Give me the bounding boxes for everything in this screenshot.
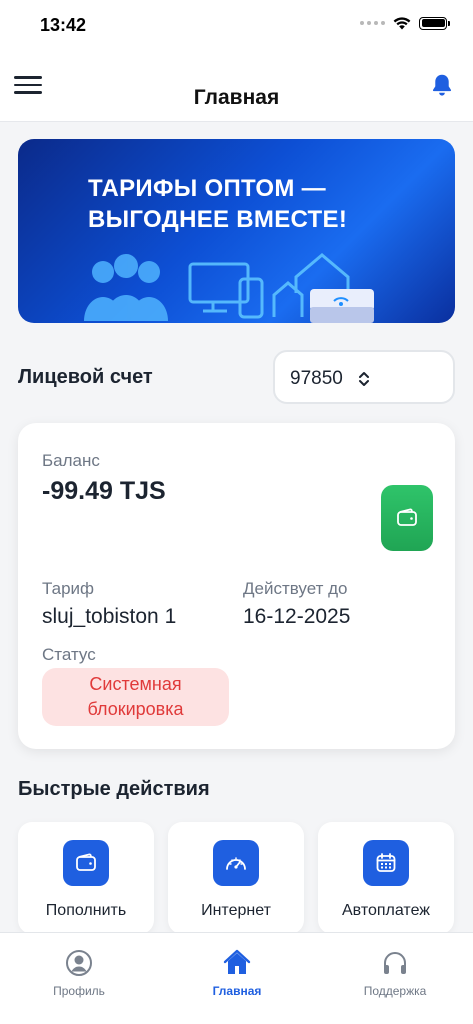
tariff-label: Тариф [42,579,95,598]
balance-value: -99.49 TJS [42,477,166,505]
valid-until-label: Действует до [243,579,348,598]
page-title: Главная [193,86,280,109]
banner-title-line-1: ТАРИФЫ ОПТОМ — [88,175,326,202]
calendar-icon [363,840,409,886]
tab-label: Профиль [53,984,105,998]
account-select[interactable]: 97850 [273,350,455,404]
quick-action-autopay[interactable]: Автоплатеж [318,822,454,932]
status-bar: 13:42 [0,0,473,52]
quick-action-label: Пополнить [45,902,127,919]
quick-action-label: Автоплатеж [342,902,430,919]
cellular-signal-icon [360,21,385,25]
banner-title-line-2: ВЫГОДНЕЕ ВМЕСТЕ! [88,206,348,233]
status-time: 13:42 [40,15,87,35]
wallet-icon [397,508,417,526]
account-card: Баланс -99.49 TJS Тариф sluj_tobiston 1 … [18,423,455,749]
notification-bell-icon[interactable] [429,72,455,98]
quick-action-label: Интернет [201,902,271,919]
speedometer-icon [213,840,259,886]
account-label: Лицевой счет [18,366,153,388]
wallet-icon [63,840,109,886]
main-content[interactable]: ТАРИФЫ ОПТОМ — ВЫГОДНЕЕ ВМЕСТЕ! Лицевой … [0,122,473,932]
chevron-updown-icon [359,372,369,386]
status-badge: Системная блокировка [42,668,229,726]
wifi-icon [393,17,411,30]
tariff-value: sluj_tobiston 1 [42,605,177,628]
tab-label: Главная [212,984,262,998]
status-label: Статус [42,645,96,664]
tab-label: Поддержка [363,984,427,998]
tab-support[interactable]: Поддержка [316,933,473,1024]
tab-home[interactable]: Главная [158,933,316,1024]
account-selector-row: Лицевой счет 97850 [18,350,455,406]
quick-action-internet[interactable]: Интернет [168,822,304,932]
tab-profile[interactable]: Профиль [0,933,158,1024]
balance-label: Баланс [42,451,100,470]
status-icons [360,16,450,30]
bottom-tab-bar: Профиль Главная Поддержка [0,932,473,1024]
top-up-wallet-button[interactable] [381,485,433,551]
quick-action-top-up[interactable]: Пополнить [18,822,154,932]
quick-actions-title: Быстрые действия [18,778,210,800]
home-icon [223,949,251,974]
profile-icon [66,950,92,976]
account-select-value: 97850 [290,368,343,389]
battery-icon [419,16,450,30]
top-header: Главная [0,52,473,122]
promo-banner[interactable]: ТАРИФЫ ОПТОМ — ВЫГОДНЕЕ ВМЕСТЕ! [18,139,455,323]
valid-until-value: 16-12-2025 [243,605,351,628]
banner-title: ТАРИФЫ ОПТОМ — ВЫГОДНЕЕ ВМЕСТЕ! [88,173,347,235]
headset-icon [384,952,406,974]
